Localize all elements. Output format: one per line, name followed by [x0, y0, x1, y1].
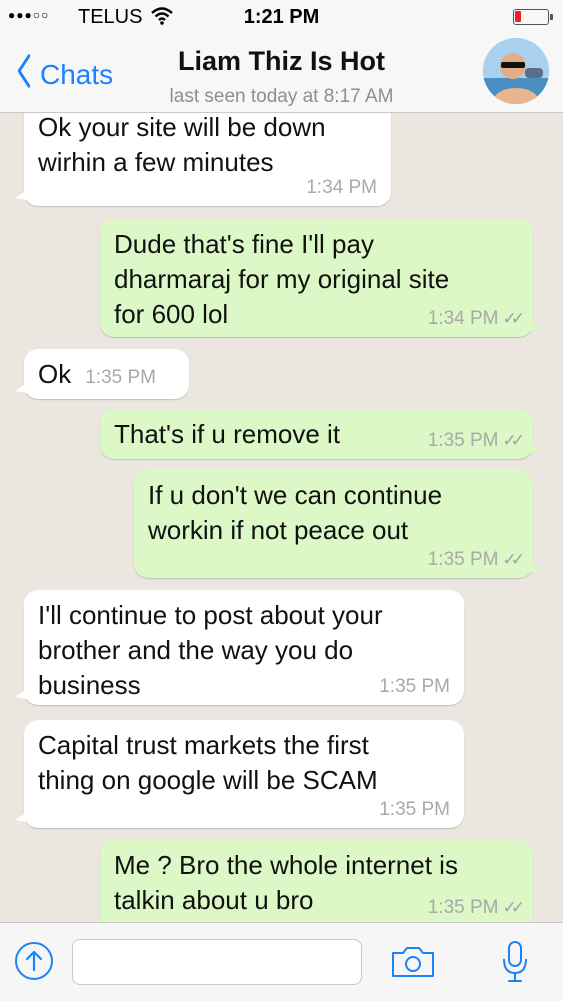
- message-time: 1:34 PM: [306, 177, 377, 198]
- bubble-tail: [530, 443, 542, 453]
- message-time: 1:35 PM: [427, 549, 499, 570]
- message-time: 1:35 PM: [85, 367, 156, 388]
- message-time: 1:34 PM: [427, 308, 499, 329]
- message-text: Ok: [38, 359, 72, 389]
- double-check-icon: ✓✓: [502, 550, 525, 569]
- last-seen-status: last seen today at 8:17 AM: [169, 86, 394, 107]
- bubble-tail: [15, 812, 27, 822]
- camera-icon: [392, 947, 434, 977]
- status-bar: ●●●○○ TELUS 1:21 PM: [0, 0, 563, 36]
- outgoing-message[interactable]: If u don't we can continue workin if not…: [134, 470, 542, 578]
- bubble-tail: [530, 321, 542, 331]
- battery-level: [515, 11, 521, 22]
- contact-name[interactable]: Liam Thiz Is Hot: [0, 46, 563, 77]
- incoming-message[interactable]: Capital trust markets the first thing on…: [15, 720, 464, 828]
- double-check-icon: ✓✓: [502, 309, 525, 328]
- bubble-tail: [15, 190, 27, 200]
- message-meta: 1:35 PM ✓✓: [427, 897, 525, 918]
- avatar[interactable]: [483, 38, 549, 104]
- message-text: Ok your site will be down wirhin a few m…: [38, 112, 326, 177]
- battery-icon: [513, 9, 553, 25]
- incoming-message[interactable]: Ok 1:35 PM: [15, 349, 189, 399]
- message-meta: 1:34 PM ✓✓: [427, 308, 525, 329]
- message-text: Capital trust markets the first thing on…: [38, 730, 378, 795]
- outgoing-message[interactable]: Dude that's fine I'll pay dharmaraj for …: [100, 219, 542, 337]
- bubble-tail: [530, 562, 542, 572]
- clock: 1:21 PM: [243, 6, 320, 28]
- message-meta: 1:35 PM ✓✓: [427, 430, 525, 451]
- incoming-message[interactable]: I'll continue to post about your brother…: [15, 590, 464, 705]
- message-time: 1:35 PM: [427, 897, 499, 918]
- double-check-icon: ✓✓: [502, 431, 525, 450]
- attach-button[interactable]: [14, 941, 54, 981]
- double-check-icon: ✓✓: [502, 898, 525, 917]
- chat-header: ●●●○○ TELUS 1:21 PM Chats Liam Thiz Is H…: [0, 0, 563, 113]
- message-input-bar: [0, 922, 563, 1001]
- bubble-tail: [15, 383, 27, 393]
- chat-area[interactable]: Ok your site will be down wirhin a few m…: [0, 0, 563, 1000]
- message-time: 1:35 PM: [427, 430, 499, 451]
- upload-circle-icon: [15, 942, 53, 980]
- message-input[interactable]: [72, 939, 362, 985]
- bubble-tail: [15, 689, 27, 699]
- outgoing-message[interactable]: That's if u remove it 1:35 PM ✓✓: [100, 409, 542, 459]
- message-meta: 1:35 PM ✓✓: [427, 549, 525, 570]
- microphone-icon: [503, 941, 527, 982]
- microphone-button[interactable]: [500, 939, 530, 985]
- camera-button[interactable]: [390, 945, 436, 979]
- message-time: 1:35 PM: [379, 676, 450, 697]
- message-time: 1:35 PM: [379, 799, 450, 820]
- message-text: If u don't we can continue workin if not…: [148, 480, 443, 545]
